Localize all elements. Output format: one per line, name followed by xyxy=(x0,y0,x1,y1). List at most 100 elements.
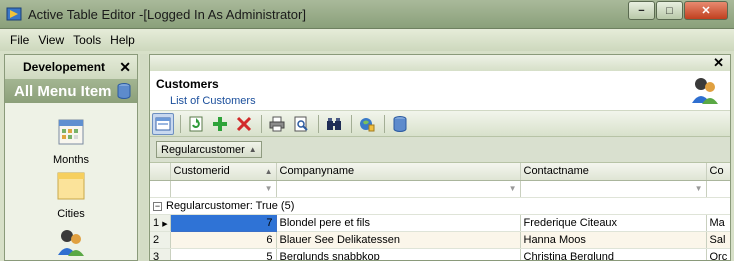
form-close-button[interactable]: ✕ xyxy=(713,55,724,71)
menu-help[interactable]: Help xyxy=(110,33,135,47)
toolbar-separator xyxy=(318,114,319,133)
nav-item-label: Cities xyxy=(57,208,85,220)
nav-item-cities[interactable]: Cities xyxy=(5,171,137,220)
column-header-co[interactable]: Co xyxy=(706,163,730,181)
add-button[interactable] xyxy=(209,113,231,135)
group-by-chip[interactable]: Regularcustomer ▲ xyxy=(156,141,262,158)
table-row[interactable]: 2 6 Blauer See Delikatessen Hanna Moos S… xyxy=(150,231,730,249)
column-header-companyname[interactable]: Companyname xyxy=(276,163,521,181)
filter-dropdown-icon[interactable]: ▼ xyxy=(695,184,703,193)
menu-section-header[interactable]: All Menu Item xyxy=(5,79,137,103)
print-button[interactable] xyxy=(266,113,288,135)
group-by-panel: Regularcustomer ▲ xyxy=(150,137,730,163)
binoculars-icon xyxy=(327,117,341,130)
cell-co[interactable]: Ma xyxy=(706,214,730,232)
navigation-panel: Developement ✕ All Menu Item Months Citi… xyxy=(4,54,138,261)
group-row-cell: − Regularcustomer: True (5) xyxy=(150,197,730,215)
row-indicator[interactable]: 3 xyxy=(150,248,171,260)
table-row[interactable]: 1 ▶ 7 Blondel pere et fils Frederique Ci… xyxy=(150,213,730,232)
navigation-panel-header: Developement ✕ xyxy=(5,55,137,79)
window-title: Active Table Editor -[Logged In As Admin… xyxy=(28,7,306,22)
add-icon xyxy=(213,116,227,131)
customers-icon xyxy=(58,230,84,256)
delete-button[interactable] xyxy=(233,113,255,135)
maximize-button[interactable]: □ xyxy=(656,1,683,20)
menu-section-title: All Menu Item xyxy=(14,82,112,100)
navigation-panel-close-button[interactable]: ✕ xyxy=(119,59,131,76)
column-header-contactname[interactable]: Contactname xyxy=(520,163,707,181)
refresh-button[interactable] xyxy=(185,113,207,135)
refresh-icon xyxy=(189,116,203,131)
title-bar: Active Table Editor -[Logged In As Admin… xyxy=(0,0,734,29)
cell-contactname[interactable]: Frederique Citeaux xyxy=(520,214,707,232)
menu-view[interactable]: View xyxy=(38,33,64,47)
menu-bar: File View Tools Help xyxy=(0,29,734,51)
nav-item-customers[interactable] xyxy=(5,227,137,261)
print-preview-button[interactable] xyxy=(290,113,312,135)
nav-item-months[interactable]: Months xyxy=(5,117,137,166)
toolbar-separator xyxy=(180,114,181,133)
form-view-icon xyxy=(155,117,171,130)
grid-header-row: Customerid ▲ Companyname Contactname Co xyxy=(150,163,730,181)
toolbar-separator xyxy=(261,114,262,133)
print-preview-icon xyxy=(294,116,308,131)
filter-cell-companyname[interactable]: ▼ xyxy=(276,180,521,198)
customers-grid: Customerid ▲ Companyname Contactname Co ▼… xyxy=(150,163,730,260)
panel-splitter[interactable] xyxy=(140,54,148,261)
group-row[interactable]: − Regularcustomer: True (5) xyxy=(150,197,730,215)
database-icon xyxy=(393,115,407,132)
menu-file[interactable]: File xyxy=(10,33,29,47)
calendar-icon xyxy=(58,119,84,145)
cell-companyname[interactable]: Blauer See Delikatessen xyxy=(276,231,521,249)
database-button[interactable] xyxy=(389,113,411,135)
export-icon xyxy=(360,117,375,131)
sort-ascending-icon: ▲ xyxy=(264,167,273,177)
filter-cell-co[interactable] xyxy=(706,180,730,198)
toolbar-separator xyxy=(351,114,352,133)
form-subtitle: List of Customers xyxy=(170,95,256,107)
row-indicator[interactable]: 1 ▶ xyxy=(150,214,171,232)
export-button[interactable] xyxy=(356,113,378,135)
toolbar-separator xyxy=(384,114,385,133)
form-top-strip: ✕ xyxy=(150,55,730,71)
cell-contactname[interactable]: Christina Berglund xyxy=(520,248,707,260)
customers-form: ✕ Customers List of Customers Regularcus… xyxy=(149,54,731,261)
cell-companyname[interactable]: Blondel pere et fils xyxy=(276,214,521,232)
app-icon xyxy=(6,7,22,21)
cell-customerid[interactable]: 6 xyxy=(170,231,277,249)
filter-dropdown-icon[interactable]: ▼ xyxy=(509,184,517,193)
group-by-chip-label: Regularcustomer xyxy=(161,143,245,156)
filter-row-indicator xyxy=(150,180,171,198)
filter-row: ▼ ▼ ▼ xyxy=(150,180,730,198)
minimize-button[interactable]: − xyxy=(628,1,655,20)
row-indicator-header xyxy=(150,163,171,181)
grid-toolbar xyxy=(150,111,730,137)
cell-companyname[interactable]: Berglunds snabbkop xyxy=(276,248,521,260)
cell-co[interactable]: Orc xyxy=(706,248,730,260)
folder-icon xyxy=(57,172,85,200)
group-row-label: Regularcustomer: True (5) xyxy=(166,199,295,212)
database-icon xyxy=(117,83,131,99)
row-indicator[interactable]: 2 xyxy=(150,231,171,249)
column-header-customerid[interactable]: Customerid ▲ xyxy=(170,163,277,181)
form-header: Customers List of Customers xyxy=(150,71,730,111)
find-button[interactable] xyxy=(323,113,345,135)
form-title: Customers xyxy=(156,77,219,91)
cell-customerid[interactable]: 7 xyxy=(169,213,277,232)
close-window-button[interactable]: ✕ xyxy=(684,1,728,20)
customers-icon xyxy=(692,78,718,104)
cell-co[interactable]: Sal xyxy=(706,231,730,249)
cell-customerid[interactable]: 5 xyxy=(170,248,277,260)
current-row-icon: ▶ xyxy=(162,220,168,228)
menu-tools[interactable]: Tools xyxy=(73,33,101,47)
delete-icon xyxy=(236,116,252,131)
filter-cell-contactname[interactable]: ▼ xyxy=(520,180,707,198)
table-row[interactable]: 3 5 Berglunds snabbkop Christina Berglun… xyxy=(150,248,730,260)
form-view-button[interactable] xyxy=(152,112,174,135)
filter-cell-customerid[interactable]: ▼ xyxy=(170,180,277,198)
cell-contactname[interactable]: Hanna Moos xyxy=(520,231,707,249)
collapse-group-icon[interactable]: − xyxy=(153,201,162,211)
print-icon xyxy=(269,116,285,131)
navigation-panel-title: Developement xyxy=(23,60,106,74)
filter-dropdown-icon[interactable]: ▼ xyxy=(265,184,273,193)
